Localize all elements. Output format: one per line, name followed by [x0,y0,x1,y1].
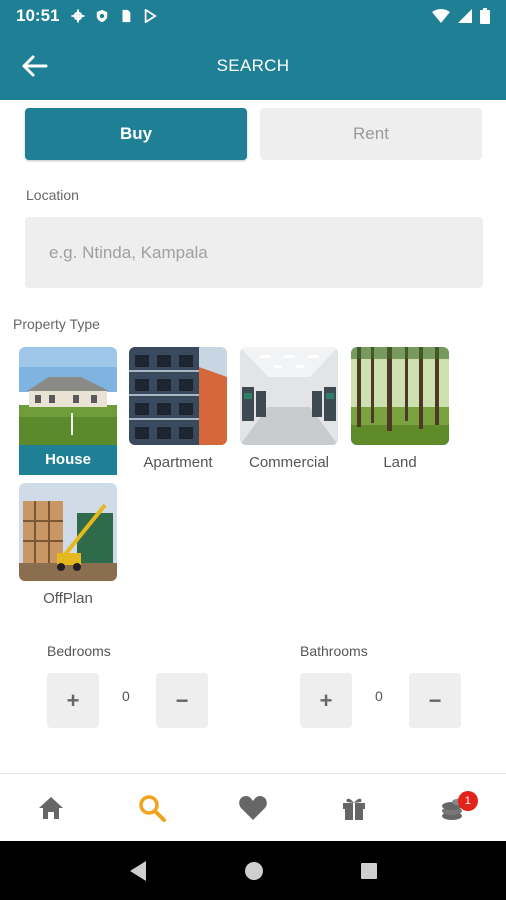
land-photo [351,347,449,445]
bedrooms-label: Bedrooms [47,643,111,659]
location-label: Location [26,187,79,203]
wifi-icon [432,9,450,23]
settings-icon [71,9,86,23]
property-type-label-apartment: Apartment [143,454,213,471]
bathrooms-plus-button[interactable]: + [300,673,352,728]
nav-coins[interactable]: 1 [405,774,506,841]
sim-card-icon [122,9,131,23]
property-type-apartment[interactable]: Apartment [129,347,227,473]
property-type-offplan[interactable]: OffPlan [19,483,117,609]
nav-home[interactable] [0,774,101,841]
nav-gifts[interactable] [304,774,405,841]
property-type-house[interactable]: House [19,347,117,475]
house-photo [19,347,117,445]
bathrooms-label: Bathrooms [300,643,368,659]
heart-icon [239,795,267,820]
bottom-navigation: 1 [0,773,506,841]
bedrooms-plus-button[interactable]: + [47,673,99,728]
bathrooms-value: 0 [375,688,383,704]
status-time: 10:51 [16,6,60,25]
system-back-icon[interactable] [128,860,148,882]
search-icon [139,794,166,822]
play-store-icon [145,9,158,23]
page-title: SEARCH [216,56,290,75]
shield-icon [97,9,108,23]
system-home-icon[interactable] [244,861,264,881]
offplan-photo [19,483,117,581]
gift-icon [343,798,366,820]
property-type-label-commercial: Commercial [248,454,329,471]
coins-notification-badge: 1 [457,791,478,811]
commercial-photo [240,347,338,445]
system-navigation-bar [0,841,506,900]
apartment-photo [129,347,227,445]
property-type-label-house: House [19,445,117,475]
system-recents-icon[interactable] [360,862,378,880]
app-bar: SEARCH [0,32,506,100]
property-type-label-land: Land [383,454,417,471]
nav-search[interactable] [101,774,202,841]
property-type-label-offplan: OffPlan [43,590,93,607]
property-type-label: Property Type [13,316,100,332]
signal-icon [458,9,472,23]
property-type-commercial[interactable]: Commercial [240,347,338,473]
location-input[interactable] [25,217,483,288]
nav-favorites[interactable] [202,774,303,841]
bedrooms-value: 0 [122,688,130,704]
battery-icon [480,8,490,24]
status-bar: 10:51 [0,0,506,32]
bathrooms-minus-button[interactable]: − [409,673,461,728]
rent-tab[interactable]: Rent [260,108,482,160]
home-icon [38,796,63,819]
bedrooms-minus-button[interactable]: − [156,673,208,728]
property-type-land[interactable]: Land [351,347,449,473]
buy-tab[interactable]: Buy [25,108,247,160]
